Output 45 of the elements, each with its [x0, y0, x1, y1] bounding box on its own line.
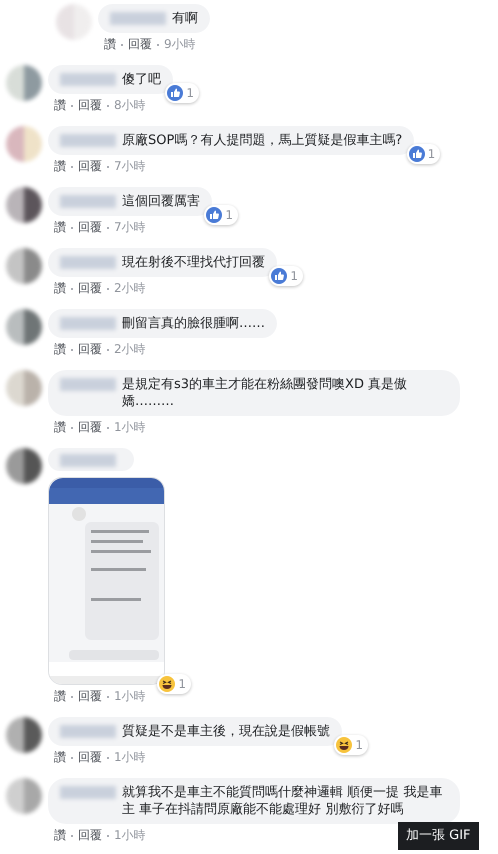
action-link[interactable]: 回覆 — [78, 342, 102, 357]
action-link[interactable]: 回覆 — [128, 37, 152, 52]
comment-text: 原廠SOP嗎？有人提問題，馬上質疑是假車主嗎? — [122, 132, 402, 149]
action-link[interactable]: 回覆 — [78, 159, 102, 174]
action-link[interactable]: 回覆 — [78, 750, 102, 765]
avatar[interactable] — [6, 717, 42, 753]
redacted-name — [60, 134, 116, 147]
redacted-name — [60, 195, 116, 208]
action-link[interactable]: 回覆 — [78, 420, 102, 435]
action-link[interactable]: 讚 — [54, 420, 66, 435]
action-link[interactable]: 回覆 — [78, 220, 102, 235]
action-link[interactable]: 回覆 — [78, 828, 102, 843]
tooltip: 加一張 GIF — [398, 822, 479, 850]
avatar[interactable] — [6, 448, 42, 484]
action-link[interactable]: 讚 — [54, 159, 66, 174]
action-link[interactable]: 讚 — [54, 689, 66, 704]
action-link[interactable]: 回覆 — [78, 281, 102, 296]
action-link[interactable]: 回覆 — [78, 689, 102, 704]
comment-text: 質疑是不是車主後，現在說是假帳號 — [122, 723, 330, 740]
avatar[interactable] — [6, 187, 42, 223]
redacted-name — [60, 725, 116, 738]
comment-text: 刪留言真的臉很腫啊…… — [122, 315, 265, 332]
redacted-name — [60, 73, 116, 86]
action-link[interactable]: 讚 — [54, 281, 66, 296]
comment-text: 就算我不是車主不能質問嗎什麼神邏輯 順便一提 我是車主 車子在抖請問原廠能不能處理好 別敷衍了好嗎 — [122, 784, 444, 818]
redacted-name — [60, 454, 116, 467]
redacted-name — [60, 256, 116, 269]
comment-text: 是規定有s3的車主才能在粉絲團發問噢XD 真是傲嬌……… — [122, 376, 408, 410]
redacted-name — [110, 12, 166, 25]
comment-text: 傻了吧 — [122, 71, 161, 88]
action-link[interactable]: 讚 — [54, 750, 66, 765]
action-link[interactable]: 讚 — [54, 220, 66, 235]
comment-text: 有啊 — [172, 10, 198, 27]
avatar[interactable] — [6, 248, 42, 284]
action-link[interactable]: 讚 — [54, 342, 66, 357]
comment-text: 這個回覆厲害 — [122, 193, 200, 210]
action-link[interactable]: 讚 — [54, 98, 66, 113]
action-link[interactable]: 讚 — [104, 37, 116, 52]
comment-text: 現在射後不理找代打回覆 — [122, 254, 265, 271]
redacted-name — [60, 378, 116, 391]
action-link[interactable]: 回覆 — [78, 98, 102, 113]
redacted-name — [60, 786, 116, 799]
redacted-name — [60, 317, 116, 330]
avatar[interactable] — [6, 309, 42, 345]
action-link[interactable]: 讚 — [54, 828, 66, 843]
